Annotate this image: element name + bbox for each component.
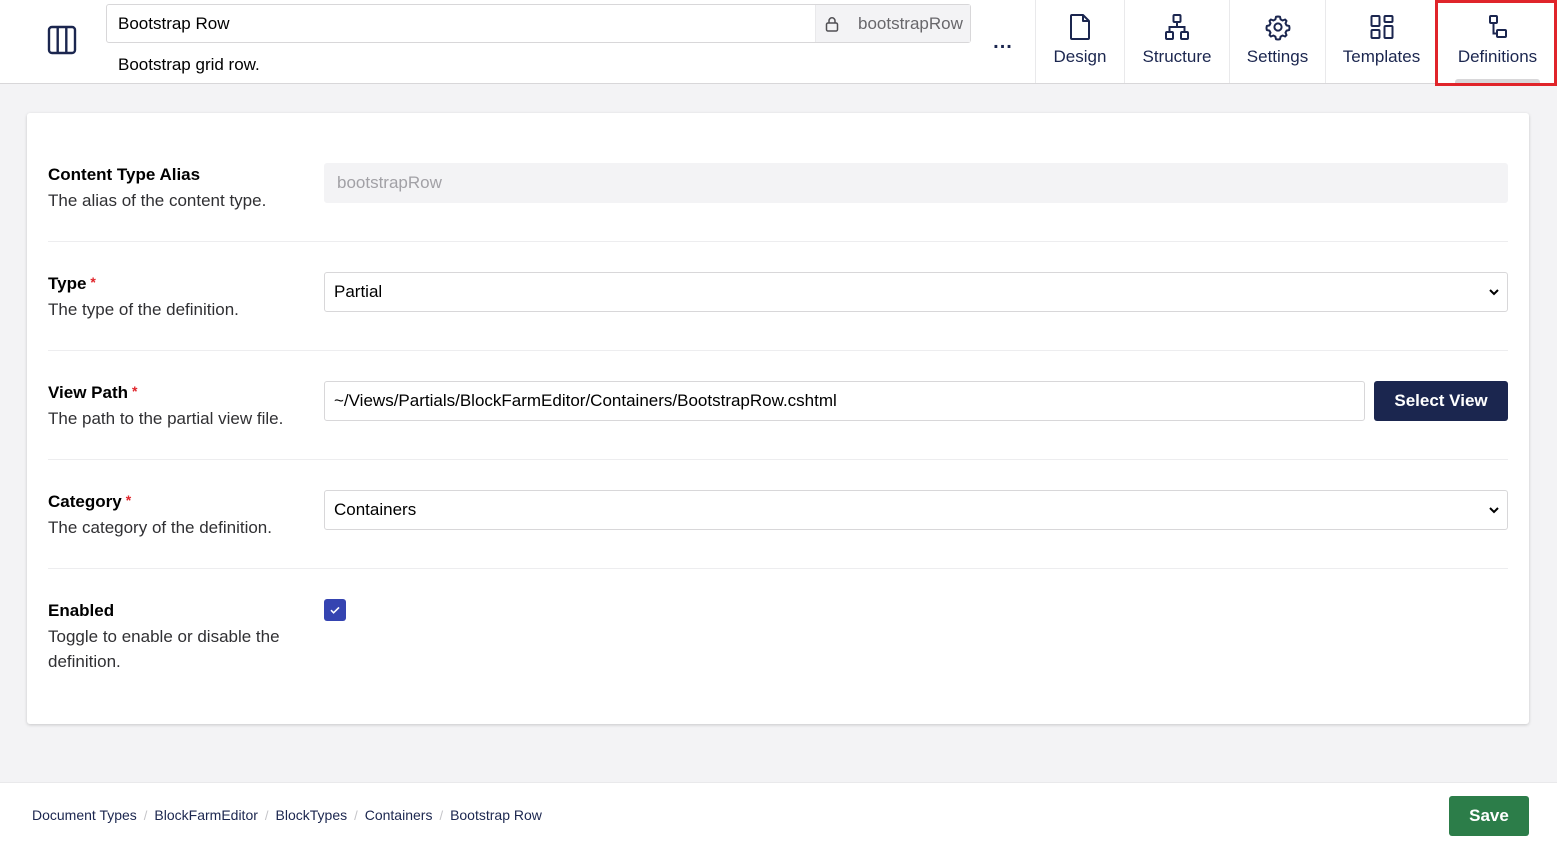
property-label: Content Type Alias — [48, 165, 201, 184]
breadcrumb-item[interactable]: BlockFarmEditor — [154, 807, 257, 823]
breadcrumb-separator: / — [439, 807, 444, 823]
breadcrumb-item[interactable]: Document Types — [32, 807, 137, 823]
select-value: Containers — [334, 500, 417, 519]
description-text[interactable]: Bootstrap grid row. — [118, 55, 260, 75]
alias-property: Content Type Alias The alias of the cont… — [48, 113, 1508, 242]
view-path-property: View Path * The path to the partial view … — [48, 351, 1508, 460]
alias-text: bootstrapRow — [858, 13, 963, 33]
chevron-down-icon — [1489, 289, 1499, 296]
gear-icon — [1265, 15, 1290, 41]
select-value: Partial — [334, 282, 383, 301]
type-property: Type * The type of the definition. Partia… — [48, 242, 1508, 351]
breadcrumb: Document Types / BlockFarmEditor / Block… — [32, 807, 542, 823]
tab-definitions[interactable]: Definitions — [1437, 0, 1557, 83]
definition-panel: Content Type Alias The alias of the cont… — [27, 113, 1529, 724]
lock-icon[interactable] — [824, 16, 840, 32]
property-label: Type * — [48, 274, 96, 293]
select-view-button[interactable]: Select View — [1374, 381, 1508, 421]
tab-label: Definitions — [1457, 47, 1538, 66]
chevron-down-icon — [1489, 507, 1499, 514]
enabled-checkbox[interactable] — [324, 599, 346, 621]
property-description: Toggle to enable or disable the definiti… — [48, 627, 280, 671]
definitions-icon — [1488, 15, 1507, 38]
more-actions-button[interactable]: ... — [988, 28, 1018, 56]
save-button[interactable]: Save — [1449, 796, 1529, 836]
type-select[interactable]: Partial — [324, 272, 1508, 312]
tab-structure[interactable]: Structure — [1124, 0, 1229, 83]
category-select[interactable]: Containers — [324, 490, 1508, 530]
tab-label: Templates — [1342, 47, 1421, 66]
enabled-property: Enabled Toggle to enable or disable the … — [48, 569, 1508, 724]
property-label: View Path * — [48, 383, 138, 402]
property-description: The alias of the content type. — [48, 191, 267, 210]
breadcrumb-item[interactable]: BlockTypes — [276, 807, 348, 823]
breadcrumb-item[interactable]: Containers — [365, 807, 433, 823]
grid-icon — [1370, 15, 1393, 39]
alias-field[interactable]: bootstrapRow — [815, 5, 970, 42]
breadcrumb-separator: / — [354, 807, 358, 823]
alias-input[interactable] — [324, 163, 1508, 203]
editor-footer: Document Types / BlockFarmEditor / Block… — [0, 782, 1557, 845]
check-icon — [330, 606, 340, 614]
property-label: Category * — [48, 492, 132, 511]
name-field: bootstrap Row — [106, 4, 971, 43]
breadcrumb-current: Bootstrap Row — [450, 807, 542, 823]
view-path-input[interactable] — [324, 381, 1365, 421]
sitemap-icon — [1165, 14, 1189, 40]
tab-templates[interactable]: Templates — [1325, 0, 1437, 83]
breadcrumb-separator: / — [143, 807, 148, 823]
editor-header: bootstrapRow Bootstrap grid row. ... Des… — [0, 0, 1557, 86]
columns-icon[interactable] — [46, 24, 78, 56]
property-label: Enabled — [48, 601, 115, 620]
workspace-tabs: Design Structure Settings Templates Defi… — [1035, 0, 1557, 83]
tab-label: Design — [1053, 47, 1107, 66]
property-description: The category of the definition. — [48, 518, 272, 537]
breadcrumb-separator: / — [264, 807, 269, 823]
document-icon — [1070, 14, 1090, 40]
property-description: The type of the definition. — [48, 300, 239, 319]
tab-label: Settings — [1246, 47, 1309, 66]
category-property: Category * The category of the definition… — [48, 460, 1508, 569]
tab-settings[interactable]: Settings — [1229, 0, 1325, 83]
tab-label: Structure — [1142, 47, 1212, 66]
tab-design[interactable]: Design — [1035, 0, 1124, 83]
property-description: The path to the partial view file. — [48, 409, 284, 428]
name-input[interactable] — [107, 5, 815, 42]
